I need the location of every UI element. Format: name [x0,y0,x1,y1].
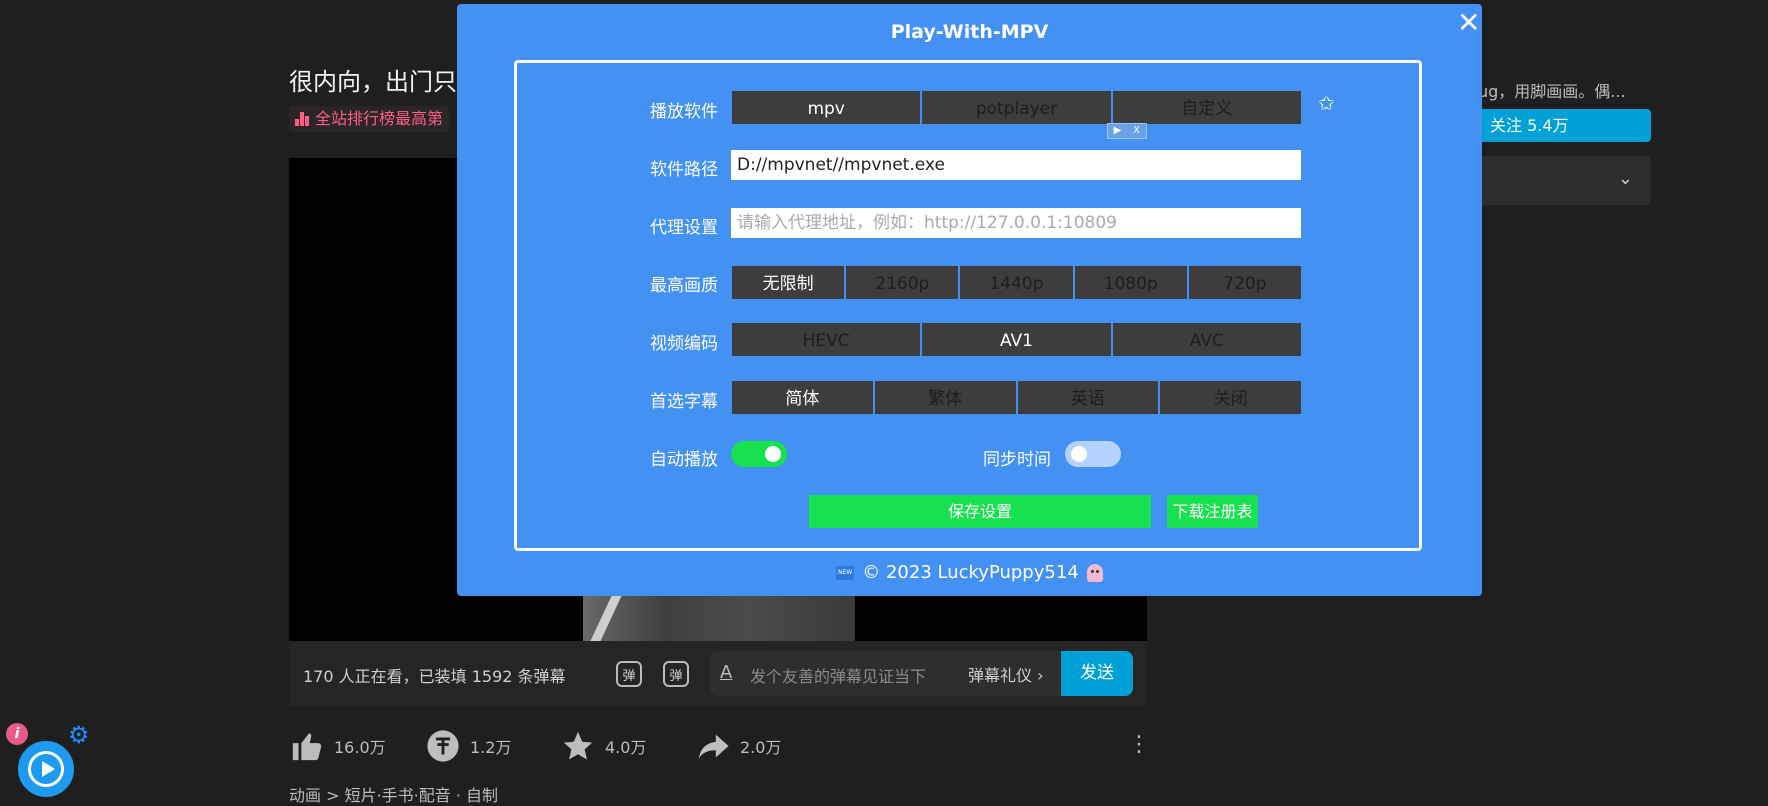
breadcrumb[interactable]: 动画 > 短片·手书·配音 · 自制 [289,782,498,806]
coin-count: 1.2万 [470,738,512,757]
like-count: 16.0万 [334,738,386,757]
subtitle-option-english[interactable]: 英语 [1017,381,1159,414]
favorite-count: 4.0万 [605,738,647,757]
quality-option-2160p[interactable]: 2160p [846,266,959,299]
gear-icon[interactable]: ⚙ [68,723,90,747]
chevron-down-icon: ⌄ [1617,168,1633,189]
collection-dropdown[interactable]: ⌄ [1468,156,1651,205]
close-icon[interactable]: ✕ [1457,9,1480,37]
watching-count: 170 人正在看，已装填 1592 条弹幕 [303,667,566,686]
ad-badge[interactable]: ▶ X [1107,123,1147,139]
settings-panel [514,60,1422,551]
codec-segment: HEVC AV1 AVC [732,323,1301,356]
coin-button[interactable]: 1.2万 [426,726,511,766]
quality-label: 最高画质 [650,276,718,296]
share-button[interactable]: 2.0万 [696,726,781,766]
ad-close-icon[interactable]: X [1127,124,1146,138]
ad-play-icon: ▶ [1113,125,1122,136]
share-count: 2.0万 [740,738,782,757]
player-segment: mpv potplayer 自定义 [732,91,1301,124]
new-badge-icon: NEW [836,565,855,580]
danmaku-send-button[interactable]: 发送 [1061,651,1133,696]
player-option-potplayer[interactable]: potplayer [922,91,1111,124]
quality-option-1080p[interactable]: 1080p [1074,266,1187,299]
subtitle-segment: 简体 繁体 英语 关闭 [732,381,1301,414]
play-icon [28,751,64,787]
autoplay-toggle[interactable] [731,441,787,467]
share-icon [696,729,730,763]
autoplay-label: 自动播放 [650,450,718,470]
pin-icon[interactable]: ✩ [1318,91,1335,115]
quality-segment: 无限制 2160p 1440p 1080p 720p [732,266,1302,299]
like-button[interactable]: 16.0万 [290,726,386,766]
star-icon [561,729,595,763]
video-frame [583,596,855,641]
proxy-label: 代理设置 [650,218,718,238]
quality-option-unlimited[interactable]: 无限制 [732,266,845,299]
up-description: ug，用脚画画。偶... [1478,82,1626,101]
subtitle-option-off[interactable]: 关闭 [1160,381,1301,414]
quality-option-1440p[interactable]: 1440p [960,266,1073,299]
codec-option-avc[interactable]: AVC [1112,323,1301,356]
info-icon[interactable]: i [6,723,28,745]
subtitle-option-simplified[interactable]: 简体 [732,381,873,414]
sync-label: 同步时间 [983,450,1051,470]
danmaku-etiquette-link[interactable]: 弹幕礼仪 › [968,662,1044,686]
ghost-icon [1086,563,1103,582]
download-registry-button[interactable]: 下载注册表 [1167,495,1258,528]
modal-title: Play-With-MPV [890,21,1049,43]
danmaku-placeholder: 发个友善的弹幕见证当下 [750,667,927,686]
thumb-up-icon [290,729,324,763]
video-title: 很内向，出门只 [289,68,457,96]
subtitle-option-traditional[interactable]: 繁体 [874,381,1016,414]
quality-option-720p[interactable]: 720p [1188,266,1302,299]
player-option-custom[interactable]: 自定义 [1112,91,1301,124]
play-with-mpv-button[interactable] [18,741,74,797]
favorite-button[interactable]: 4.0万 [561,726,646,766]
follow-button[interactable]: 关注 5.4万 [1468,109,1651,142]
modal-footer: NEW © 2023 LuckyPuppy514 [457,562,1482,583]
proxy-input[interactable] [731,208,1301,238]
rank-badge[interactable]: 全站排行榜最高第 [289,106,450,132]
path-label: 软件路径 [650,160,718,180]
danmaku-toggle-icon[interactable]: 弹 [616,661,642,687]
codec-label: 视频编码 [650,334,718,354]
save-button[interactable]: 保存设置 [809,495,1151,528]
player-option-mpv[interactable]: mpv [732,91,921,124]
subtitle-label: 首选字幕 [650,392,718,412]
rank-badge-label: 全站排行榜最高第 [315,109,444,128]
danmaku-settings-icon[interactable]: 弹 [663,661,689,687]
player-label: 播放软件 [650,102,718,122]
rank-chart-icon [295,112,309,126]
codec-option-av1[interactable]: AV1 [922,323,1111,356]
coin-icon [426,729,460,763]
more-icon[interactable]: ⋮ [1128,734,1150,756]
path-input[interactable] [731,150,1301,180]
copyright-text: © 2023 LuckyPuppy514 [862,562,1079,583]
sync-toggle[interactable] [1065,441,1121,467]
danmaku-style-icon[interactable]: A [720,662,732,683]
codec-option-hevc[interactable]: HEVC [732,323,921,356]
